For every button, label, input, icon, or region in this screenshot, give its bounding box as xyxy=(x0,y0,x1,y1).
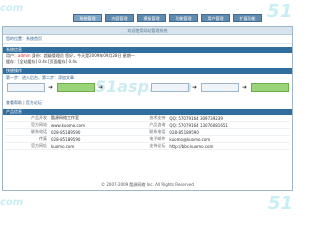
watermark-bottom-right: 51 xyxy=(267,193,293,214)
table-row: 官方网站 www.kuomo.com 产品咨询 QQ: 57079164 130… xyxy=(5,121,290,129)
breadcrumb: 您的位置：系统首页 xyxy=(3,35,292,44)
quick-flow: 第一步：进入后台，第二步：添加文章 51asp.com ➜ ➜ ➜ ➜ xyxy=(3,74,292,100)
arrow-right-icon: ➜ xyxy=(192,84,198,91)
arrow-right-icon: ➜ xyxy=(48,84,54,91)
flow-step-1[interactable] xyxy=(7,83,45,92)
nav-tab-users[interactable]: 用户管理 xyxy=(201,14,230,22)
nav-tab-extensions[interactable]: 扩展功能 xyxy=(233,14,262,22)
arrow-right-icon: ➜ xyxy=(242,84,248,91)
watermark-top-right: 51 xyxy=(266,1,293,22)
info-key: 支持论坛 xyxy=(123,142,168,150)
info-value: QQ: 57079164 13076081651 xyxy=(167,121,290,129)
info-key: 官方网站 xyxy=(5,121,49,129)
info-value: 028-85189590 xyxy=(167,128,290,136)
user-prefix: 用户： xyxy=(6,53,18,58)
user-name: admin xyxy=(18,53,31,58)
arrow-right-icon: ➜ xyxy=(98,84,104,91)
footer-copyright: © 2007-2009 酷源网络 Inc. All Rights Reserve… xyxy=(101,182,194,187)
flow-step-2[interactable] xyxy=(57,83,95,92)
main-panel: 欢迎使用网站管理系统 您的位置：系统首页 系统信息 用户：admin 身份：超级… xyxy=(2,26,293,191)
info-value: 028-85189590 xyxy=(49,135,124,143)
info-value[interactable]: kuomo.com xyxy=(49,142,124,150)
flow-step-5[interactable] xyxy=(251,83,289,92)
info-key: 官方网址 xyxy=(5,142,49,150)
product-info-table: 产品开发 酷源网络工作室 技术支持 QQ: 57079164 309739239… xyxy=(5,115,290,150)
nav-tab-function[interactable]: 功能管理 xyxy=(169,14,198,22)
info-key: 产品咨询 xyxy=(123,121,168,129)
cache-info-line: 缓存：[全站缓存] 0.4s [页面缓存] 0.4s xyxy=(6,59,77,64)
watermark-top-left: com xyxy=(0,3,24,14)
info-key: 联系电话 xyxy=(123,128,168,136)
main-nav: 系统管理 内容管理 模板管理 功能管理 用户管理 扩展功能 xyxy=(73,14,262,22)
flow-step-3[interactable] xyxy=(151,83,189,92)
flow-step-4[interactable] xyxy=(201,83,239,92)
info-value[interactable]: http://bbs.kuomo.com xyxy=(167,142,290,150)
nav-tab-template[interactable]: 模板管理 xyxy=(137,14,166,22)
nav-tab-system[interactable]: 系统管理 xyxy=(73,14,102,22)
info-key: 传真 xyxy=(5,135,49,143)
help-links[interactable]: 查看帮助 | 官方论坛 xyxy=(3,100,292,106)
user-details: 身份：超级管理员 您好，今天是2009年09月28日 星期一 xyxy=(31,53,135,58)
flow-label: 第一步：进入后台，第二步：添加文章 xyxy=(6,75,74,80)
watermark-bottom-left: com xyxy=(0,197,24,208)
info-key: 电子邮件 xyxy=(123,135,168,143)
info-key: 联系电话 xyxy=(5,128,49,136)
table-row: 联系电话 028-85189590 联系电话 028-85189590 xyxy=(5,128,290,136)
page-title: 欢迎使用网站管理系统 xyxy=(3,27,292,35)
top-header: com 51 系统管理 内容管理 模板管理 功能管理 用户管理 扩展功能 xyxy=(0,0,295,26)
table-row: 官方网址 kuomo.com 支持论坛 http://bbs.kuomo.com xyxy=(5,142,290,150)
info-value: 028-85189590 xyxy=(49,128,124,136)
info-value[interactable]: www.kuomo.com xyxy=(49,121,124,129)
nav-tab-content[interactable]: 内容管理 xyxy=(105,14,134,22)
table-row: 传真 028-85189590 电子邮件 kuomo@kuomo.com xyxy=(5,135,290,143)
info-value: kuomo@kuomo.com xyxy=(167,135,290,143)
